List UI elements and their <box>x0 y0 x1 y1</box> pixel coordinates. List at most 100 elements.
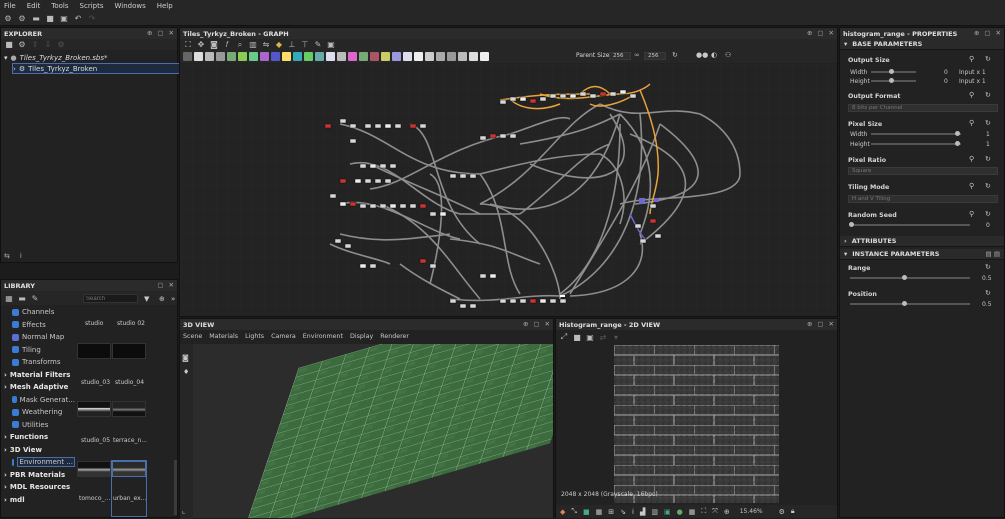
graph-node[interactable] <box>449 173 457 179</box>
atomic-node-button[interactable] <box>271 52 280 61</box>
thumb-studio-03[interactable] <box>77 401 111 417</box>
settings-icon[interactable]: ⚙ <box>779 508 785 516</box>
menu-materials[interactable]: Materials <box>209 333 238 340</box>
atomic-node-button[interactable] <box>425 52 434 61</box>
new-substance-icon[interactable]: ⚙ <box>3 13 13 23</box>
library-item[interactable]: › PBR Materials <box>1 469 75 482</box>
chevron-right-icon[interactable]: › <box>4 433 7 441</box>
slider-knob[interactable] <box>955 141 960 146</box>
atomic-node-button[interactable] <box>414 52 423 61</box>
graph-node[interactable] <box>489 133 497 139</box>
move-icon[interactable]: ✥ <box>196 40 206 50</box>
graph-node[interactable] <box>364 178 372 184</box>
atomic-node-button[interactable] <box>227 52 236 61</box>
graph-node[interactable] <box>549 93 557 99</box>
graph-node[interactable] <box>364 123 372 129</box>
graph-node[interactable] <box>419 203 427 209</box>
graph-node[interactable] <box>419 123 427 129</box>
graph-node[interactable] <box>349 123 357 129</box>
slider-knob[interactable] <box>849 222 854 227</box>
library-item[interactable]: › MDL Resources <box>1 481 75 494</box>
library-item[interactable]: Transforms <box>1 356 75 369</box>
distribute-icon[interactable]: ⊤ <box>300 40 310 50</box>
graph-node[interactable] <box>419 258 427 264</box>
brush-icon[interactable]: ✎ <box>30 293 40 303</box>
slider-knob[interactable] <box>902 275 907 280</box>
layout-icon[interactable]: ▥ <box>248 40 258 50</box>
frame-icon[interactable]: ⛶ <box>183 40 193 50</box>
package-item[interactable]: ▾ ● Tiles_Tyrkyz_Broken.sbs* <box>4 52 177 63</box>
slider-knob[interactable] <box>889 78 894 83</box>
reset-icon[interactable]: ↻ <box>985 263 991 271</box>
graph-node[interactable] <box>349 138 357 144</box>
graph-node[interactable] <box>479 273 487 279</box>
library-item[interactable]: › Material Filters <box>1 369 75 382</box>
view2d-image[interactable] <box>614 345 779 503</box>
menu-lights[interactable]: Lights <box>245 333 264 340</box>
library-item[interactable]: Weathering <box>1 406 75 419</box>
pixel-height-slider[interactable] <box>871 143 961 145</box>
menu-renderer[interactable]: Renderer <box>380 333 409 340</box>
graph-node[interactable] <box>459 173 467 179</box>
graph-node[interactable] <box>374 123 382 129</box>
graph-node[interactable] <box>359 263 367 269</box>
graph-node[interactable] <box>649 203 657 209</box>
graph-node[interactable] <box>409 123 417 129</box>
library-item[interactable]: › Functions <box>1 431 75 444</box>
float-icon[interactable]: ▢ <box>157 281 163 289</box>
histogram-icon[interactable]: ▟ <box>640 508 645 516</box>
new-icon[interactable]: ⚙ <box>17 40 27 50</box>
graph-node[interactable] <box>429 263 437 269</box>
python-icon[interactable]: ◆ <box>274 40 284 50</box>
close-icon[interactable]: ✕ <box>829 29 834 37</box>
link-icon[interactable]: ∞ <box>634 51 640 59</box>
graph-node[interactable] <box>509 133 517 139</box>
search-icon[interactable]: ⌕ <box>235 40 245 50</box>
zoom-fit-icon[interactable]: ⛶ <box>701 507 706 516</box>
atomic-node-button[interactable] <box>359 52 368 61</box>
corner-icon[interactable]: ⌞ <box>182 507 185 515</box>
graph-item[interactable]: › ⚙ Tiles_Tyrkyz_Broken <box>12 63 180 74</box>
graph-node[interactable] <box>529 298 537 304</box>
save-icon[interactable]: ■ <box>4 40 14 50</box>
save-all-icon[interactable]: ▣ <box>59 13 69 23</box>
atomic-node-button[interactable] <box>315 52 324 61</box>
export-icon[interactable]: ⇪ <box>30 40 40 50</box>
graph-node[interactable] <box>369 263 377 269</box>
graph-node[interactable] <box>489 273 497 279</box>
graph-node[interactable] <box>369 203 377 209</box>
graph-node[interactable] <box>389 163 397 169</box>
graph-node[interactable] <box>599 91 607 97</box>
graph-node[interactable] <box>389 203 397 209</box>
refresh-icon[interactable]: ↻ <box>672 51 678 59</box>
output-width-unit[interactable]: Input x 1 <box>959 69 986 76</box>
zoom-level[interactable]: 15.46% <box>740 508 763 515</box>
info-icon[interactable]: i <box>632 508 634 516</box>
close-icon[interactable]: ✕ <box>996 29 1001 37</box>
atomic-node-button[interactable] <box>392 52 401 61</box>
graph-node[interactable] <box>369 163 377 169</box>
atomic-node-button[interactable] <box>337 52 346 61</box>
camera-icon[interactable]: ◙ <box>209 40 219 50</box>
slider-knob[interactable] <box>889 69 894 74</box>
graph-node[interactable] <box>619 89 627 95</box>
parent-size-width[interactable]: 256 <box>609 52 631 60</box>
instance-parameters-header[interactable]: ▾ INSTANCE PARAMETERS ▤ ▤ <box>840 249 1004 260</box>
library-item[interactable]: Normal Map <box>1 331 75 344</box>
graph-node[interactable] <box>399 203 407 209</box>
save-icon[interactable]: ■ <box>45 13 55 23</box>
doc-icon[interactable]: ▤ ▤ <box>985 250 1000 258</box>
graph-node[interactable] <box>344 243 352 249</box>
graph-node[interactable] <box>539 298 547 304</box>
parent-size-height[interactable]: 256 <box>644 52 666 60</box>
atomic-node-button[interactable] <box>260 52 269 61</box>
chevron-right-icon[interactable]: › <box>4 383 7 391</box>
tile-icon[interactable]: ⊞ <box>608 508 614 516</box>
atomic-node-button[interactable] <box>436 52 445 61</box>
align-icon[interactable]: ⊥ <box>287 40 297 50</box>
menu-display[interactable]: Display <box>350 333 373 340</box>
chevron-right-icon[interactable]: › <box>4 496 7 504</box>
menu-edit[interactable]: Edit <box>27 2 41 10</box>
output-height-value[interactable]: 0 <box>944 78 948 85</box>
atomic-node-button[interactable] <box>216 52 225 61</box>
